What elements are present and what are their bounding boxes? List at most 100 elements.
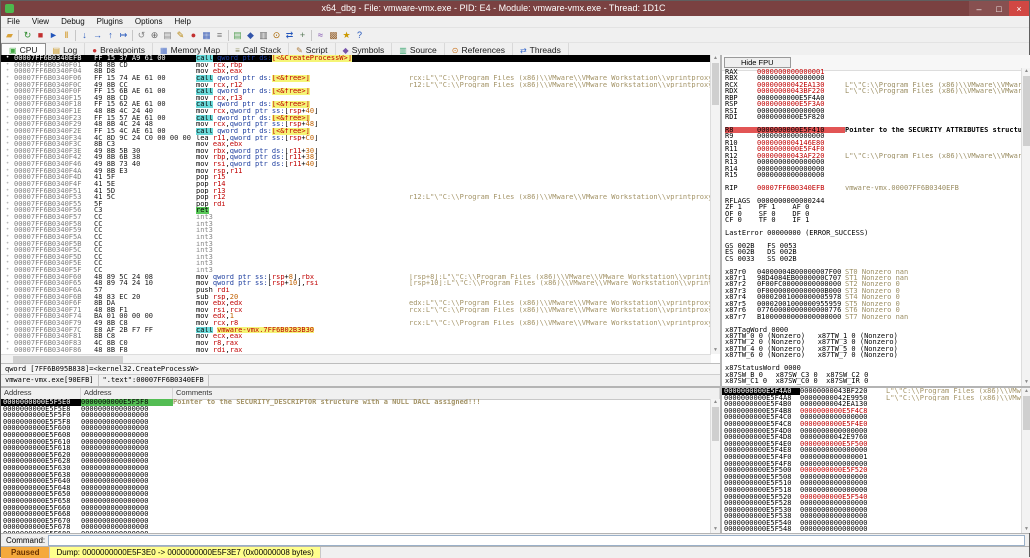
register-name: RDI xyxy=(725,113,738,122)
open-file-icon[interactable]: ▰ xyxy=(3,29,16,42)
scroll-down-icon[interactable]: ▼ xyxy=(711,526,720,533)
breakpoint-gutter[interactable]: • xyxy=(1,346,14,354)
disasm-row[interactable]: • 00007FF6B0340F5A CC int3 xyxy=(1,233,711,241)
hide-fpu-button[interactable]: Hide FPU xyxy=(724,57,791,68)
dump-header-comments[interactable]: Comments xyxy=(173,388,720,399)
help-icon[interactable]: ? xyxy=(353,29,366,42)
run-icon[interactable]: ► xyxy=(47,29,60,42)
favourites-icon[interactable]: ★ xyxy=(340,29,353,42)
command-input[interactable] xyxy=(48,534,1025,546)
disasm-row[interactable]: • 00007FF6B0340F57 CC int3 xyxy=(1,213,711,221)
menu-item-view[interactable]: View xyxy=(26,16,55,27)
disasm-row[interactable]: • 00007FF6B0340F59 CC int3 xyxy=(1,227,711,234)
disasm-row[interactable]: • 00007FF6B0340F86 48 8B F8 mov rdi,rax xyxy=(1,346,711,354)
menu-item-options[interactable]: Options xyxy=(129,16,169,27)
menu-item-plugins[interactable]: Plugins xyxy=(91,16,129,27)
step-into-icon[interactable]: ↓ xyxy=(78,29,91,42)
comment-cell xyxy=(409,121,711,128)
scroll-up-icon[interactable]: ▲ xyxy=(711,399,720,406)
references-icon[interactable]: ⊙ xyxy=(270,29,283,42)
disasm-row[interactable]: • 00007FF6B0340F53 41 5C pop r12 r12:L"\"C:\… xyxy=(1,193,711,201)
notes-icon[interactable]: ✎ xyxy=(174,29,187,42)
scroll-down-icon[interactable]: ▼ xyxy=(1022,526,1030,533)
scroll-thumb[interactable] xyxy=(712,63,719,105)
menu-item-help[interactable]: Help xyxy=(169,16,197,27)
registers-vscrollbar[interactable]: ▲ ▼ xyxy=(1021,68,1030,386)
scroll-thumb[interactable] xyxy=(1023,76,1030,146)
instruction-cell: mov rcx,qword ptr ss:[rsp+48] xyxy=(196,121,319,128)
disasm-row[interactable]: • 00007FF6B0340F65 48 89 74 24 10 mov qword… xyxy=(1,280,711,287)
dump-header-value[interactable]: Address xyxy=(81,388,173,399)
instruction-cell: mov rdi,rax xyxy=(196,346,243,354)
instruction-cell: call qword ptr ds:[<&CreateProcessW>] xyxy=(196,55,352,62)
instruction-cell: pop rdi xyxy=(196,200,226,208)
tab-label: Log xyxy=(63,45,78,55)
breakpoints-icon[interactable]: ● xyxy=(187,29,200,42)
instruction-cell: mov edx,1 xyxy=(196,313,234,320)
memory-map-icon[interactable]: ▦ xyxy=(200,29,213,42)
run-to-cursor-icon[interactable]: ↦ xyxy=(117,29,130,42)
scroll-thumb[interactable] xyxy=(13,356,123,363)
comment-cell xyxy=(409,254,711,261)
disasm-row[interactable]: • 00007FF6B0340F5C CC int3 xyxy=(1,246,711,254)
comment-cell xyxy=(409,340,711,347)
back-icon[interactable]: ↺ xyxy=(135,29,148,42)
close-icon[interactable]: × xyxy=(1009,1,1029,16)
symbols-icon[interactable]: ◆ xyxy=(244,29,257,42)
toolbar-separator xyxy=(228,29,229,41)
menu-item-file[interactable]: File xyxy=(1,16,26,27)
dump-comment-cell xyxy=(173,518,711,525)
bytes-cell: C3 xyxy=(94,206,103,215)
instruction-cell: int3 xyxy=(196,253,213,261)
menu-item-debug[interactable]: Debug xyxy=(55,16,91,27)
restart-icon[interactable]: ↻ xyxy=(21,29,34,42)
script-icon[interactable]: ▤ xyxy=(231,29,244,42)
settings-gear-icon[interactable]: ⊕ xyxy=(148,29,161,42)
comment-cell: [rsp+10]:L"\"C:\\Program Files (x86)\\VM… xyxy=(409,280,711,287)
register-row[interactable]: x87SW_C1 0 x87SW_C0 0 x87SW_IR 0 xyxy=(725,377,1022,385)
scroll-thumb[interactable] xyxy=(1023,396,1030,430)
call-stack-icon[interactable]: ≡ xyxy=(213,29,226,42)
scroll-down-icon[interactable]: ▼ xyxy=(711,347,720,354)
log-icon[interactable]: ▤ xyxy=(161,29,174,42)
dump-vscrollbar[interactable]: ▲ ▼ xyxy=(710,399,720,533)
scroll-thumb[interactable] xyxy=(712,407,719,441)
calculator-icon[interactable]: ▩ xyxy=(327,29,340,42)
scroll-down-icon[interactable]: ▼ xyxy=(1022,379,1030,386)
stack-vscrollbar[interactable]: ▲ ▼ xyxy=(1021,388,1030,533)
register-text: LastError 00000000 (ERROR_SUCCESS) xyxy=(725,228,869,237)
disassembly-vscrollbar[interactable]: ▲ ▼ xyxy=(710,55,720,354)
cpu-icon: ▣ xyxy=(9,45,17,55)
threads-icon[interactable]: ⇄ xyxy=(283,29,296,42)
scroll-up-icon[interactable]: ▲ xyxy=(1022,388,1030,395)
disasm-row[interactable]: • 00007FF6B0340F5D CC int3 xyxy=(1,253,711,261)
register-row[interactable]: x87r7 B1000000000000000000 ST7 Nonzero nan xyxy=(725,312,1022,321)
dump-header-address[interactable]: Address xyxy=(1,388,81,399)
stop-icon[interactable]: ■ xyxy=(34,29,47,42)
comment-cell xyxy=(409,347,711,354)
source-icon[interactable]: ▥ xyxy=(257,29,270,42)
minimize-icon[interactable]: – xyxy=(969,1,989,16)
window-title: x64_dbg - File: vmware-vmx.exe - PID: E4… xyxy=(321,3,666,13)
register-name: RIP xyxy=(725,183,738,192)
symbols-icon: ◆ xyxy=(342,45,349,55)
stack-comment-cell xyxy=(886,434,1022,441)
disasm-row[interactable]: • 00007FF6B0340F5B CC int3 xyxy=(1,240,711,248)
disasm-row[interactable]: • 00007FF6B0340F58 CC int3 xyxy=(1,220,711,228)
maximize-icon[interactable]: □ xyxy=(989,1,1009,16)
disasm-row[interactable]: • 00007FF6B0340F55 5F pop rdi xyxy=(1,200,711,208)
disasm-row[interactable]: • 00007FF6B0340F5E CC int3 xyxy=(1,260,711,267)
handles-icon[interactable]: + xyxy=(296,29,309,42)
pause-icon[interactable]: ‖ xyxy=(60,29,73,42)
trace-icon[interactable]: ≈ xyxy=(314,29,327,42)
scroll-up-icon[interactable]: ▲ xyxy=(1022,68,1030,75)
step-over-icon[interactable]: → xyxy=(91,29,104,42)
disasm-row[interactable]: • 00007FF6B0340F56 C3 ret xyxy=(1,207,711,214)
step-out-icon[interactable]: ↑ xyxy=(104,29,117,42)
scroll-up-icon[interactable]: ▲ xyxy=(711,55,720,62)
register-row[interactable]: RIP 00007FF6B0340EFB vmware-vmx.00007FF6B0… xyxy=(725,183,1022,192)
register-name: x87r7 xyxy=(725,312,747,321)
comment-cell xyxy=(409,247,711,254)
comment-cell xyxy=(409,128,711,135)
dump-comment-cell xyxy=(173,485,711,492)
